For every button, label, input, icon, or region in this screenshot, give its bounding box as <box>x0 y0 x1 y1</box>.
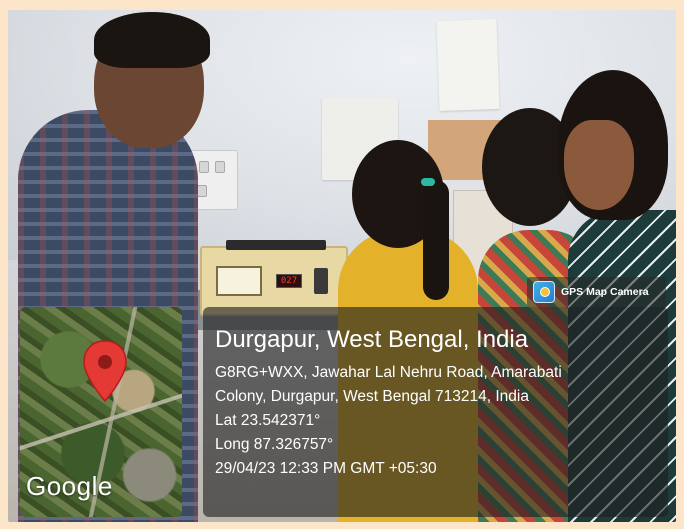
badge-label: GPS Map Camera <box>561 286 649 298</box>
address-line-1: G8RG+WXX, Jawahar Lal Nehru Road, Amarab… <box>215 364 562 381</box>
person-student-4-face <box>564 120 634 210</box>
instrument-lid <box>226 240 326 250</box>
location-city: Durgapur, West Bengal, India <box>215 326 529 353</box>
instrument-knob <box>314 268 328 294</box>
latitude: Lat 23.542371° <box>215 412 321 429</box>
longitude: Long 87.326757° <box>215 436 334 453</box>
location-info-panel: Durgapur, West Bengal, India G8RG+WXX, J… <box>203 307 668 517</box>
lab-instrument: 027 <box>200 240 348 316</box>
satellite-map-thumbnail: Google <box>20 307 182 517</box>
instrument-display: 027 <box>276 274 302 288</box>
photo-frame: 027 GPS Map Camera Google Durgapur, West… <box>0 0 684 529</box>
address-line-2: Colony, Durgapur, West Bengal 713214, In… <box>215 388 529 405</box>
wall-paper <box>436 18 500 112</box>
person-man-hair <box>94 12 210 68</box>
gps-map-camera-badge: GPS Map Camera <box>527 277 666 307</box>
gps-map-camera-icon <box>533 281 555 303</box>
ponytail <box>423 180 449 300</box>
google-logo: Google <box>26 471 113 501</box>
instrument-window <box>216 266 262 296</box>
map-pin-icon <box>83 340 127 403</box>
hair-band <box>421 178 435 186</box>
timestamp: 29/04/23 12:33 PM GMT +05:30 <box>215 460 437 477</box>
